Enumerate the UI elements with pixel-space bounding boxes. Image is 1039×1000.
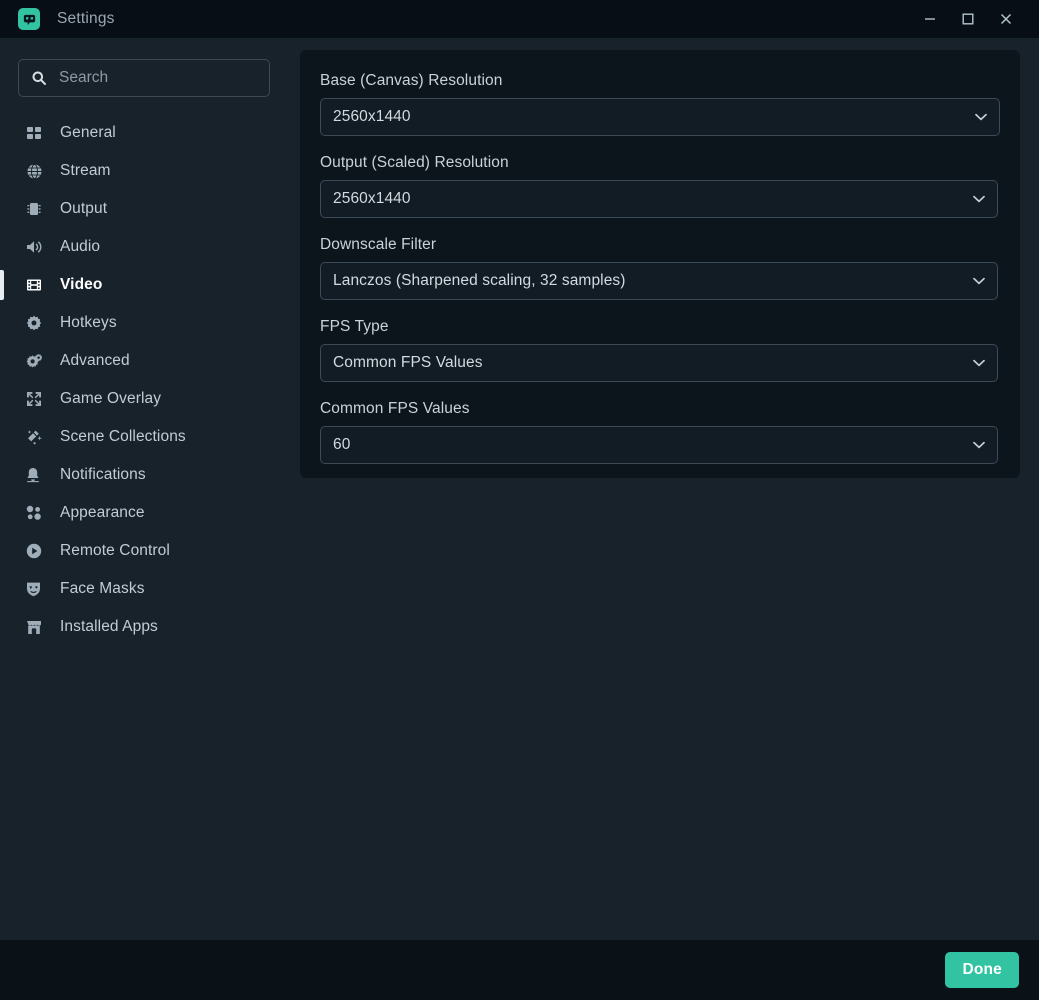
footer: Done <box>0 940 1039 1000</box>
titlebar: Settings <box>0 0 1039 38</box>
settings-window: Settings <box>0 0 1039 1000</box>
sidebar-item-advanced[interactable]: Advanced <box>0 342 300 380</box>
maximize-icon[interactable] <box>949 0 987 38</box>
output-scaled-resolution-select[interactable]: 2560x1440 <box>320 180 998 218</box>
sidebar-item-scene-collections[interactable]: Scene Collections <box>0 418 300 456</box>
sidebar-item-stream[interactable]: Stream <box>0 152 300 190</box>
close-icon[interactable] <box>987 0 1025 38</box>
field-label: FPS Type <box>320 318 1000 336</box>
sidebar-item-label: Output <box>60 200 107 218</box>
select-value: Common FPS Values <box>333 354 483 372</box>
select-value: 2560x1440 <box>333 108 411 126</box>
sidebar-item-appearance[interactable]: Appearance <box>0 494 300 532</box>
video-settings-panel: Base (Canvas) Resolution 2560x1440 Outpu… <box>300 50 1020 478</box>
downscale-filter-select[interactable]: Lanczos (Sharpened scaling, 32 samples) <box>320 262 998 300</box>
gears-icon <box>26 353 50 369</box>
chevron-down-icon <box>973 277 985 285</box>
sidebar-item-label: Face Masks <box>60 580 145 598</box>
window-title: Settings <box>57 10 115 28</box>
sidebar-item-hotkeys[interactable]: Hotkeys <box>0 304 300 342</box>
shapes-icon <box>26 505 50 521</box>
chip-icon <box>26 201 50 217</box>
sidebar: General Stream <box>0 38 300 940</box>
play-circle-icon <box>26 543 50 559</box>
sidebar-item-remote-control[interactable]: Remote Control <box>0 532 300 570</box>
mask-icon <box>26 581 50 597</box>
field-output-scaled-resolution: Output (Scaled) Resolution 2560x1440 <box>320 154 1000 218</box>
field-label: Common FPS Values <box>320 400 1000 418</box>
base-canvas-resolution-select[interactable]: 2560x1440 <box>320 98 1000 136</box>
sidebar-item-face-masks[interactable]: Face Masks <box>0 570 300 608</box>
sidebar-item-label: Installed Apps <box>60 618 158 636</box>
sidebar-item-notifications[interactable]: Notifications <box>0 456 300 494</box>
film-icon <box>26 277 50 293</box>
common-fps-values-select[interactable]: 60 <box>320 426 998 464</box>
streamlabs-robot-icon <box>18 8 40 30</box>
done-button[interactable]: Done <box>945 952 1019 988</box>
gear-icon <box>26 315 50 331</box>
grid-icon <box>26 125 50 141</box>
sidebar-nav: General Stream <box>0 114 300 646</box>
sidebar-item-video[interactable]: Video <box>0 266 300 304</box>
sidebar-item-label: Audio <box>60 238 100 256</box>
field-downscale-filter: Downscale Filter Lanczos (Sharpened scal… <box>320 236 1000 300</box>
field-label: Base (Canvas) Resolution <box>320 72 1000 90</box>
sidebar-item-general[interactable]: General <box>0 114 300 152</box>
chevron-down-icon <box>975 113 987 121</box>
sidebar-item-game-overlay[interactable]: Game Overlay <box>0 380 300 418</box>
sidebar-item-label: Scene Collections <box>60 428 186 446</box>
bell-icon <box>26 467 50 483</box>
minimize-icon[interactable] <box>911 0 949 38</box>
sidebar-item-audio[interactable]: Audio <box>0 228 300 266</box>
field-label: Downscale Filter <box>320 236 1000 254</box>
sidebar-item-label: General <box>60 124 116 142</box>
field-label: Output (Scaled) Resolution <box>320 154 1000 172</box>
magic-wand-icon <box>26 429 50 445</box>
expand-icon <box>26 391 50 407</box>
search-box[interactable] <box>18 59 270 97</box>
fps-type-select[interactable]: Common FPS Values <box>320 344 998 382</box>
chevron-down-icon <box>973 359 985 367</box>
speaker-icon <box>26 239 50 255</box>
chevron-down-icon <box>973 195 985 203</box>
select-value: 2560x1440 <box>333 190 411 208</box>
globe-icon <box>26 163 50 180</box>
sidebar-item-label: Notifications <box>60 466 146 484</box>
window-controls <box>911 0 1039 38</box>
sidebar-item-output[interactable]: Output <box>0 190 300 228</box>
chevron-down-icon <box>973 441 985 449</box>
field-base-canvas-resolution: Base (Canvas) Resolution 2560x1440 <box>320 72 1000 136</box>
sidebar-item-label: Stream <box>60 162 111 180</box>
sidebar-item-label: Remote Control <box>60 542 170 560</box>
sidebar-item-label: Appearance <box>60 504 145 522</box>
sidebar-item-label: Video <box>60 276 102 294</box>
sidebar-item-label: Game Overlay <box>60 390 161 408</box>
search-input[interactable] <box>59 69 269 87</box>
search-icon <box>31 70 47 86</box>
select-value: 60 <box>333 436 350 454</box>
sidebar-item-label: Advanced <box>60 352 130 370</box>
select-value: Lanczos (Sharpened scaling, 32 samples) <box>333 272 626 290</box>
sidebar-item-installed-apps[interactable]: Installed Apps <box>0 608 300 646</box>
sidebar-item-label: Hotkeys <box>60 314 117 332</box>
field-fps-type: FPS Type Common FPS Values <box>320 318 1000 382</box>
field-common-fps-values: Common FPS Values 60 <box>320 400 1000 464</box>
store-icon <box>26 619 50 635</box>
